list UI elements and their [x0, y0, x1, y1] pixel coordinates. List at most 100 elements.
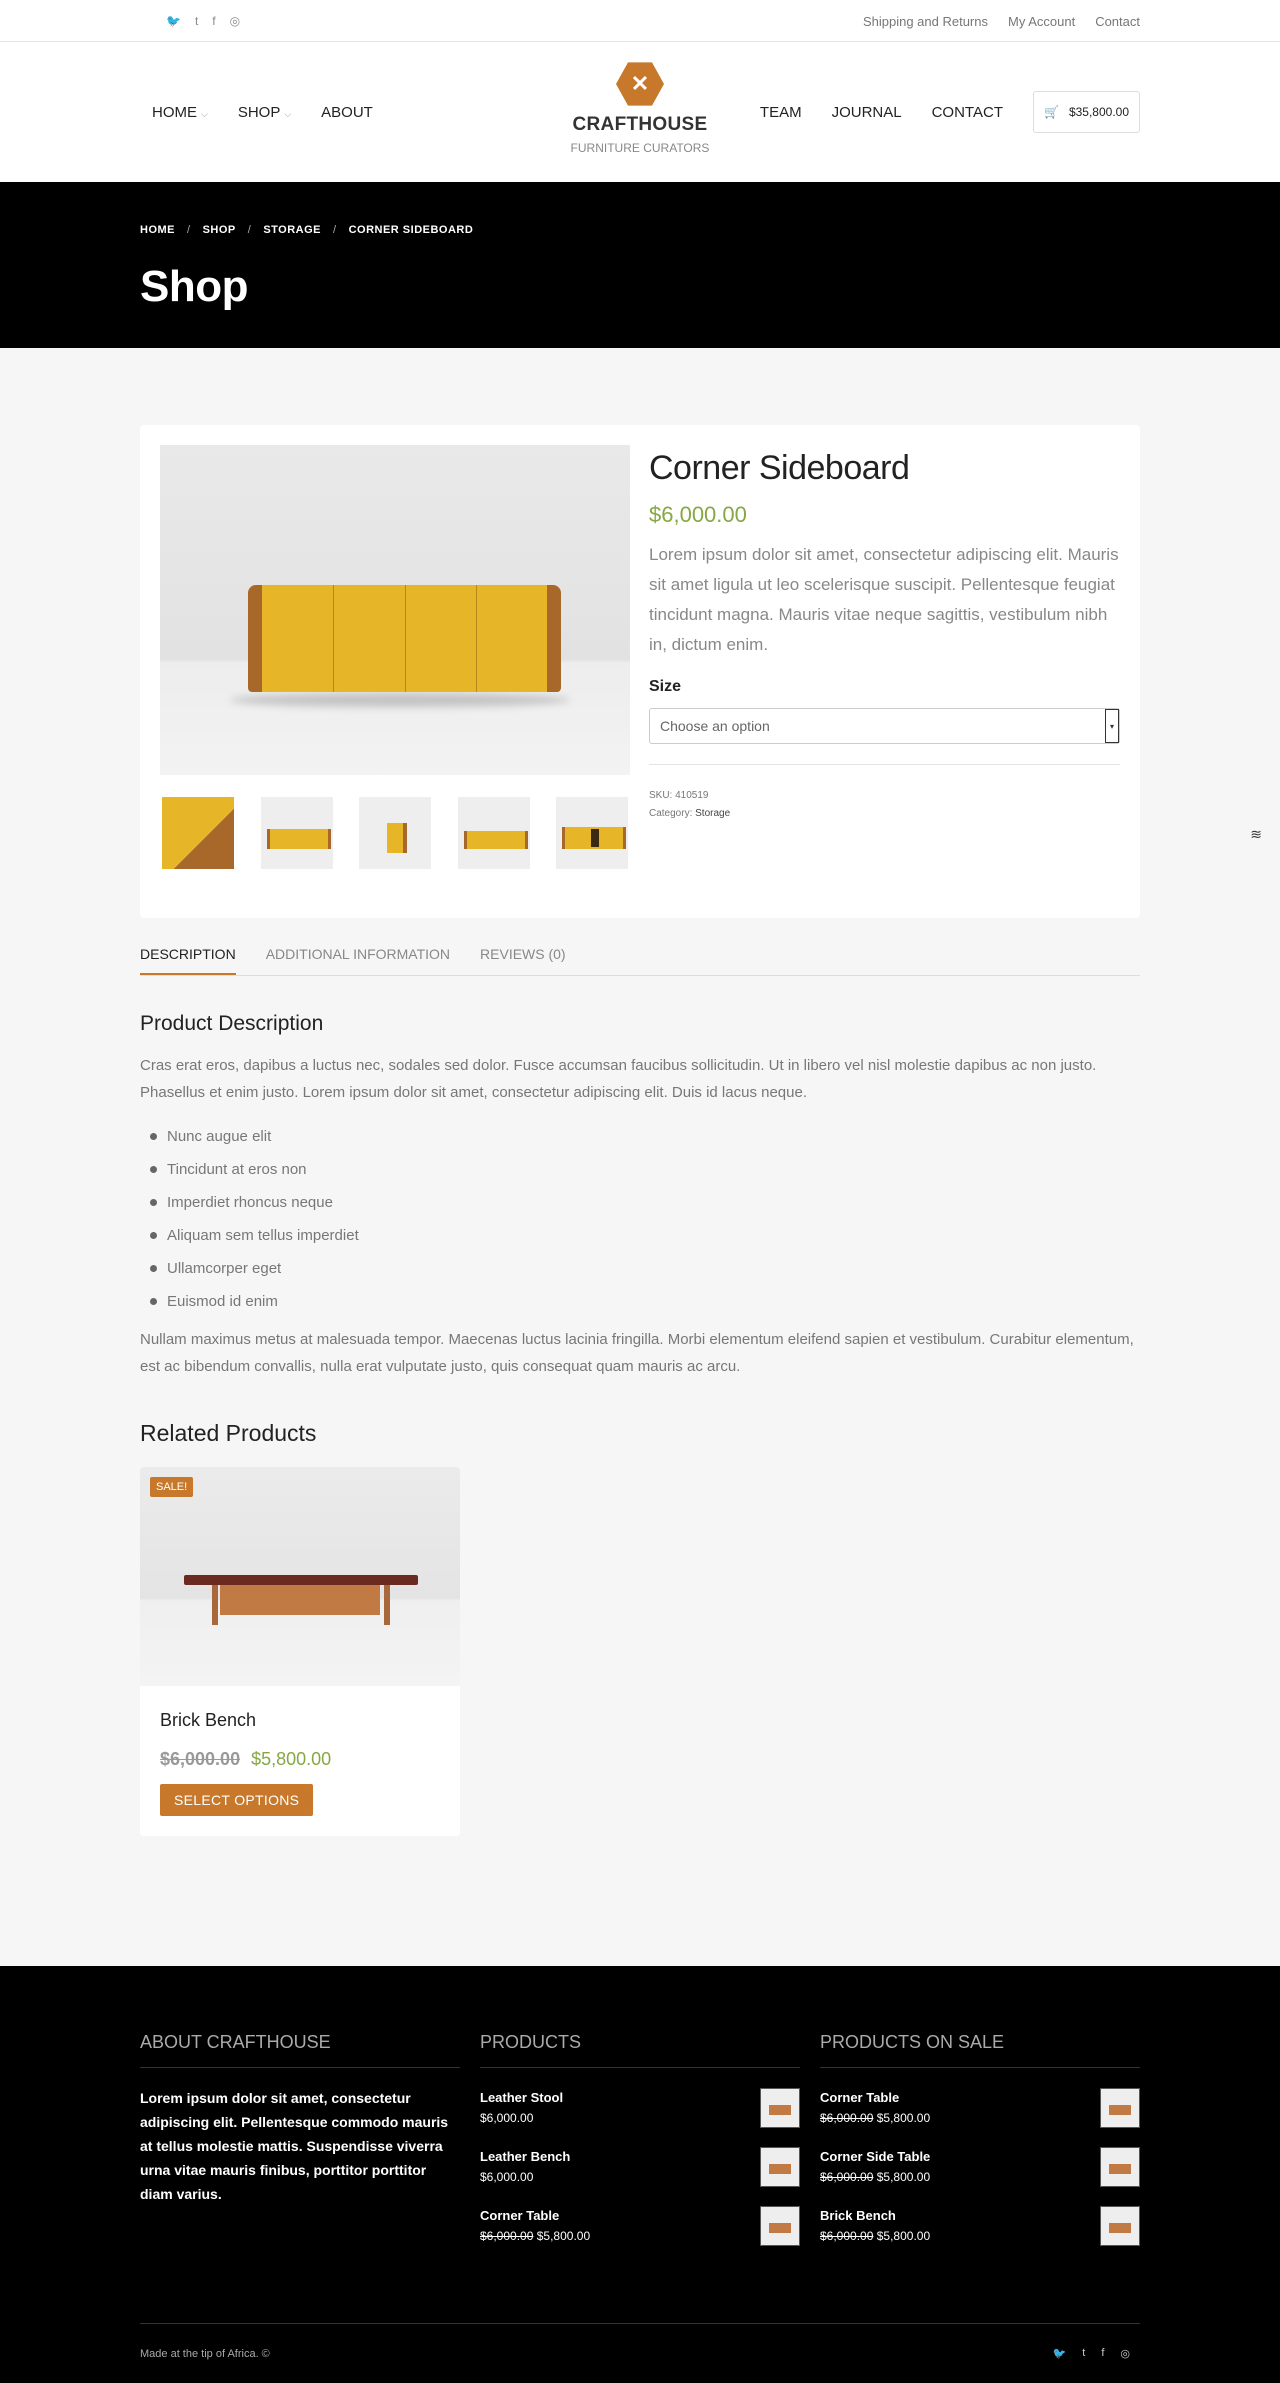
sale-price: $5,800.00	[876, 2229, 931, 2243]
footer-product-thumbnail[interactable]	[760, 2146, 800, 2187]
dribbble-icon[interactable]: ◎	[230, 15, 240, 27]
description-paragraph: Cras erat eros, dapibus a luctus nec, so…	[140, 1057, 1097, 1101]
footer-product-item[interactable]: Leather Bench $6,000.00	[480, 2137, 800, 2196]
list-item: Aliquam sem tellus imperdiet	[140, 1219, 1140, 1252]
footer-product-thumbnail[interactable]	[760, 2087, 800, 2128]
main-nav-right: TEAM JOURNAL CONTACT 🛒 $35,800.00	[760, 91, 1140, 133]
sale-price: $5,800.00	[876, 2170, 931, 2184]
related-heading: Related Products	[140, 1420, 317, 1446]
breadcrumb-separator: /	[187, 224, 191, 236]
site-header: HOME ⌵ SHOP ⌵ ABOUT ✕ CRAFTHOUSE FURNITURE…	[0, 42, 1280, 182]
description-heading: Product Description	[140, 1012, 324, 1035]
main-nav-left: HOME ⌵ SHOP ⌵ ABOUT	[140, 104, 373, 121]
site-footer: ABOUT CRAFTHOUSE Lorem ipsum dolor sit a…	[0, 1966, 1280, 2383]
product-main-image[interactable]	[160, 445, 630, 775]
footer-sale-item[interactable]: Corner Table $6,000.00 $5,800.00	[820, 2078, 1140, 2137]
sale-price: $5,800.00	[251, 1749, 332, 1769]
top-bar: 🐦 t f ◎ Shipping and Returns My Account …	[0, 0, 1280, 42]
logo-title: CRAFTHOUSE	[572, 114, 708, 135]
footer-product-price: $6,000.00 $5,800.00	[480, 2229, 590, 2243]
related-product-price: $6,000.00 $5,800.00	[160, 1749, 440, 1770]
twitter-icon[interactable]: 🐦	[1053, 2347, 1067, 2360]
breadcrumb-separator: /	[333, 224, 337, 236]
twitter-icon[interactable]: 🐦	[166, 15, 181, 27]
footer-product-price: $6,000.00 $5,800.00	[820, 2170, 930, 2184]
footer-product-price: $6,000.00 $5,800.00	[820, 2229, 930, 2243]
related-product-name[interactable]: Brick Bench	[160, 1710, 440, 1731]
old-price: $6,000.00	[820, 2111, 874, 2125]
site-logo[interactable]: ✕ CRAFTHOUSE FURNITURE CURATORS	[530, 60, 750, 155]
breadcrumb-current: CORNER SIDEBOARD	[348, 224, 474, 236]
size-select[interactable]: Choose an option ▾	[649, 708, 1120, 744]
page-title: Shop	[140, 262, 248, 311]
footer-sale-item[interactable]: Corner Side Table $6,000.00 $5,800.00	[820, 2137, 1140, 2196]
nav-journal[interactable]: JOURNAL	[832, 104, 902, 121]
related-product-card[interactable]: SALE! Brick Bench $6,000.00 $5,800.00 SE…	[140, 1467, 460, 1836]
nav-shop[interactable]: SHOP ⌵	[238, 104, 291, 121]
footer-sale-item[interactable]: Brick Bench $6,000.00 $5,800.00	[820, 2196, 1140, 2255]
tumblr-icon[interactable]: t	[1082, 2347, 1085, 2360]
cart-button[interactable]: 🛒 $35,800.00	[1032, 91, 1140, 133]
category-link[interactable]: Storage	[695, 808, 730, 819]
nav-contact[interactable]: CONTACT	[932, 104, 1003, 121]
tab-description[interactable]: DESCRIPTION	[140, 946, 236, 975]
product-meta: SKU: 410519 Category: Storage	[649, 787, 1120, 823]
top-social-links: 🐦 t f ◎	[140, 15, 240, 27]
nav-team[interactable]: TEAM	[760, 104, 802, 121]
product-thumbnail[interactable]	[554, 795, 630, 871]
tumblr-icon[interactable]: t	[195, 15, 198, 27]
cart-total: $35,800.00	[1068, 105, 1129, 119]
footer-product-price: $6,000.00	[480, 2170, 534, 2184]
facebook-icon[interactable]: f	[212, 15, 215, 27]
related-product-image[interactable]: SALE!	[140, 1467, 460, 1686]
product-thumbnails	[160, 795, 630, 871]
footer-product-thumbnail[interactable]	[1100, 2205, 1140, 2246]
description-paragraph: Nullam maximus metus at malesuada tempor…	[140, 1331, 1134, 1375]
old-price: $6,000.00	[820, 2170, 874, 2184]
my-account-link[interactable]: My Account	[1008, 14, 1075, 29]
product-thumbnail[interactable]	[160, 795, 236, 871]
footer-product-thumbnail[interactable]	[760, 2205, 800, 2246]
product-short-description: Lorem ipsum dolor sit amet, consectetur …	[649, 545, 1119, 654]
footer-product-price: $6,000.00 $5,800.00	[820, 2111, 930, 2125]
product-thumbnail[interactable]	[455, 795, 532, 871]
footer-product-price: $6,000.00	[480, 2111, 534, 2125]
product-price: $6,000.00	[649, 502, 747, 527]
footer-product-thumbnail[interactable]	[1100, 2087, 1140, 2128]
nav-home[interactable]: HOME ⌵	[152, 104, 208, 121]
description-panel: Product Description Cras erat eros, dapi…	[140, 1012, 1140, 1380]
select-options-button[interactable]: SELECT OPTIONS	[160, 1784, 314, 1816]
sideboard-illustration	[248, 585, 561, 692]
product-thumbnail[interactable]	[357, 795, 433, 871]
logo-badge-icon: ✕	[616, 62, 664, 106]
nav-shop-label: SHOP	[237, 103, 281, 121]
chevron-down-icon: ⌵	[201, 108, 208, 119]
copyright: Made at the tip of Africa. ©	[140, 2347, 270, 2360]
footer-product-item[interactable]: Leather Stool $6,000.00	[480, 2078, 800, 2137]
divider	[649, 764, 1120, 765]
breadcrumb-home[interactable]: HOME	[140, 224, 175, 236]
old-price: $6,000.00	[160, 1749, 241, 1769]
tab-reviews[interactable]: REVIEWS (0)	[480, 946, 566, 975]
tab-additional-information[interactable]: ADDITIONAL INFORMATION	[266, 946, 450, 975]
footer-product-name: Corner Table	[820, 2090, 900, 2105]
footer-product-item[interactable]: Corner Table $6,000.00 $5,800.00	[480, 2196, 800, 2255]
select-arrow-icon: ▾	[1105, 709, 1119, 743]
sale-price: $5,800.00	[536, 2229, 591, 2243]
breadcrumb-shop[interactable]: SHOP	[203, 224, 236, 236]
facebook-icon[interactable]: f	[1101, 2347, 1104, 2360]
product-thumbnail[interactable]	[258, 795, 335, 871]
breadcrumb-storage[interactable]: STORAGE	[263, 224, 321, 236]
dribbble-icon[interactable]: ◎	[1120, 2347, 1130, 2360]
nav-about[interactable]: ABOUT	[321, 104, 373, 121]
sku-value: 410519	[675, 790, 709, 801]
footer-product-name: Leather Stool	[480, 2090, 564, 2105]
size-select-value: Choose an option	[660, 718, 770, 734]
list-item: Nunc augue elit	[140, 1120, 1140, 1153]
product-summary: Corner Sideboard $6,000.00 Lorem ipsum d…	[649, 449, 1120, 823]
footer-product-thumbnail[interactable]	[1100, 2146, 1140, 2187]
shipping-returns-link[interactable]: Shipping and Returns	[863, 14, 988, 29]
contact-link[interactable]: Contact	[1095, 14, 1140, 29]
layers-icon[interactable]: ≋	[1250, 826, 1262, 843]
footer-product-name: Corner Side Table	[820, 2149, 931, 2164]
